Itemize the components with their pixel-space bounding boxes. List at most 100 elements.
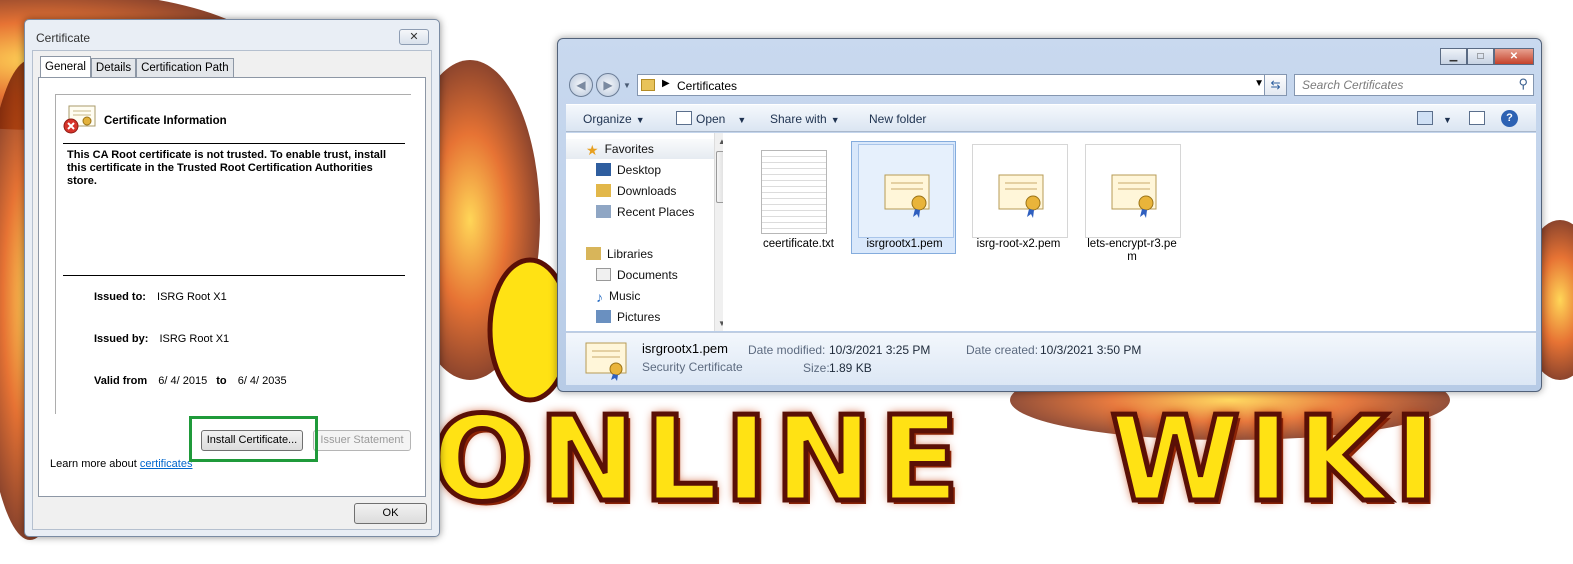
folder-icon — [641, 79, 655, 91]
share-with-label: Share with — [770, 112, 827, 126]
pictures-icon — [596, 310, 611, 323]
file-name: ceertificate.txt — [763, 238, 834, 250]
tab-general[interactable]: General — [40, 56, 91, 77]
install-button-highlight — [189, 416, 318, 462]
tab-certification-path[interactable]: Certification Path — [136, 58, 234, 77]
refresh-icon[interactable]: ⇆ — [1264, 74, 1287, 96]
date-created-value: 10/3/2021 3:50 PM — [1040, 343, 1142, 357]
help-icon[interactable]: ? — [1501, 110, 1518, 127]
address-path[interactable]: Certificates — [677, 79, 737, 93]
issued-by-row: Issued by: ISRG Root X1 — [94, 333, 229, 345]
star-icon: ★ — [586, 142, 599, 158]
open-label: Open — [696, 112, 726, 126]
issued-by-value: ISRG Root X1 — [159, 333, 230, 345]
issued-to-row: Issued to: ISRG Root X1 — [94, 291, 227, 303]
change-view-icon[interactable] — [1417, 111, 1433, 125]
issued-to-label: Issued to: — [94, 291, 146, 303]
validity-row: Valid from 6/ 4/ 2015 to 6/ 4/ 2035 — [94, 375, 287, 387]
background-word-online: ONLINE — [430, 388, 966, 531]
learn-more-prefix: Learn more about — [50, 458, 140, 470]
valid-from-label: Valid from — [94, 375, 148, 387]
documents-icon — [596, 268, 611, 281]
dialog-title: Certificate — [36, 31, 91, 45]
maximize-icon[interactable]: □ — [1467, 48, 1494, 65]
nav-item-documents[interactable]: Documents — [596, 268, 678, 282]
minimize-icon[interactable]: ▁ — [1440, 48, 1467, 65]
learn-more-text: Learn more about certificates — [50, 458, 192, 470]
file-name: isrg-root-x2.pem — [976, 238, 1061, 250]
divider — [63, 275, 405, 276]
view-options-chevron-icon[interactable]: ▼ — [1439, 112, 1452, 126]
certificate-file-icon — [1085, 144, 1181, 238]
open-icon — [676, 111, 692, 125]
recent-places-icon — [596, 205, 611, 218]
back-arrow-icon[interactable]: ◀ — [569, 73, 593, 97]
search-icon[interactable]: ⚲ — [1518, 76, 1528, 92]
file-item-isrgrootx1-pem[interactable]: isrgrootx1.pem — [851, 141, 956, 254]
recent-pages-chevron-icon[interactable]: ▼ — [623, 81, 631, 90]
navigation-pane: ★ Favorites Desktop Downloads Recent Plac… — [566, 133, 729, 331]
size-value: 1.89 KB — [829, 361, 872, 375]
certificate-icon — [1111, 174, 1157, 218]
file-item-ceertificate-txt[interactable]: ceertificate.txt — [745, 141, 850, 254]
trust-warning-message: This CA Root certificate is not trusted.… — [67, 149, 387, 187]
certificate-icon — [998, 174, 1044, 218]
new-folder-button[interactable]: New folder — [869, 112, 926, 126]
nav-item-downloads[interactable]: Downloads — [596, 184, 676, 198]
background-word-wiki: WIKI — [1107, 388, 1444, 531]
certificate-info-heading: Certificate Information — [104, 115, 227, 127]
text-document-icon — [761, 150, 827, 234]
tab-details[interactable]: Details — [90, 58, 137, 77]
close-icon[interactable]: ✕ — [399, 29, 429, 45]
nav-item-favorites[interactable]: ★ Favorites — [586, 142, 654, 158]
file-item-lets-encrypt-r3-pem[interactable]: lets-encrypt-r3.pem — [1078, 141, 1183, 263]
forward-arrow-icon[interactable]: ▶ — [596, 73, 620, 97]
issued-by-label: Issued by: — [94, 333, 149, 345]
close-icon[interactable]: ✕ — [1494, 48, 1534, 65]
command-bar: Organize ▼ Open ▼ Share with ▼ New folder ▼… — [566, 104, 1536, 132]
breadcrumb-chevron-icon[interactable]: ▶ — [662, 78, 670, 89]
libraries-icon — [586, 247, 601, 260]
divider — [63, 143, 405, 144]
details-file-name: isrgrootx1.pem — [642, 341, 728, 356]
search-input[interactable]: Search Certificates ⚲ — [1294, 74, 1534, 96]
valid-from-value: 6/ 4/ 2015 — [158, 375, 208, 387]
untrusted-certificate-icon — [63, 105, 96, 134]
ok-button[interactable]: OK — [354, 503, 427, 524]
nav-item-recent-places[interactable]: Recent Places — [596, 205, 694, 219]
nav-item-desktop[interactable]: Desktop — [596, 163, 661, 177]
certificate-info-box: Certificate Information This CA Root cer… — [55, 94, 411, 414]
desktop-icon — [596, 163, 611, 176]
file-item-isrg-root-x2-pem[interactable]: isrg-root-x2.pem — [965, 141, 1070, 254]
details-file-type: Security Certificate — [642, 360, 743, 374]
size-label: Size: — [803, 361, 830, 375]
nav-item-music[interactable]: ♪ Music — [596, 289, 640, 305]
valid-to-label: to — [216, 375, 227, 387]
certificate-icon — [585, 342, 627, 381]
tab-strip: General Details Certification Path — [40, 56, 234, 78]
date-modified-value: 10/3/2021 3:25 PM — [829, 343, 931, 357]
music-icon: ♪ — [596, 289, 603, 305]
details-pane: isrgrootx1.pem Security Certificate Date… — [566, 332, 1536, 385]
file-name: isrgrootx1.pem — [866, 238, 943, 250]
organize-button[interactable]: Organize ▼ — [583, 112, 645, 126]
certificate-icon — [884, 174, 930, 218]
date-created-label: Date created: — [966, 343, 1039, 357]
search-placeholder: Search Certificates — [1302, 78, 1404, 92]
share-with-button[interactable]: Share with ▼ — [770, 112, 840, 126]
valid-to-value: 6/ 4/ 2035 — [237, 375, 287, 387]
window-controls: ▁ □ ✕ — [1440, 48, 1534, 65]
explorer-window: ▁ □ ✕ ◀ ▶ ▼ ▶ Certificates ▼ ⇆ Search Ce… — [557, 38, 1542, 392]
issuer-statement-button: Issuer Statement — [313, 430, 411, 451]
downloads-icon — [596, 184, 611, 197]
issued-to-value: ISRG Root X1 — [157, 291, 227, 303]
preview-pane-icon[interactable] — [1469, 111, 1485, 125]
nav-item-pictures[interactable]: Pictures — [596, 310, 660, 324]
date-modified-label: Date modified: — [748, 343, 826, 357]
certificate-file-icon — [858, 144, 954, 238]
address-bar[interactable]: ▶ Certificates ▼ — [637, 74, 1271, 96]
open-button[interactable]: Open ▼ — [696, 112, 746, 126]
nav-item-libraries[interactable]: Libraries — [586, 247, 653, 261]
address-dropdown-icon[interactable]: ▼ — [1254, 78, 1264, 89]
certificates-link[interactable]: certificates — [140, 458, 193, 470]
